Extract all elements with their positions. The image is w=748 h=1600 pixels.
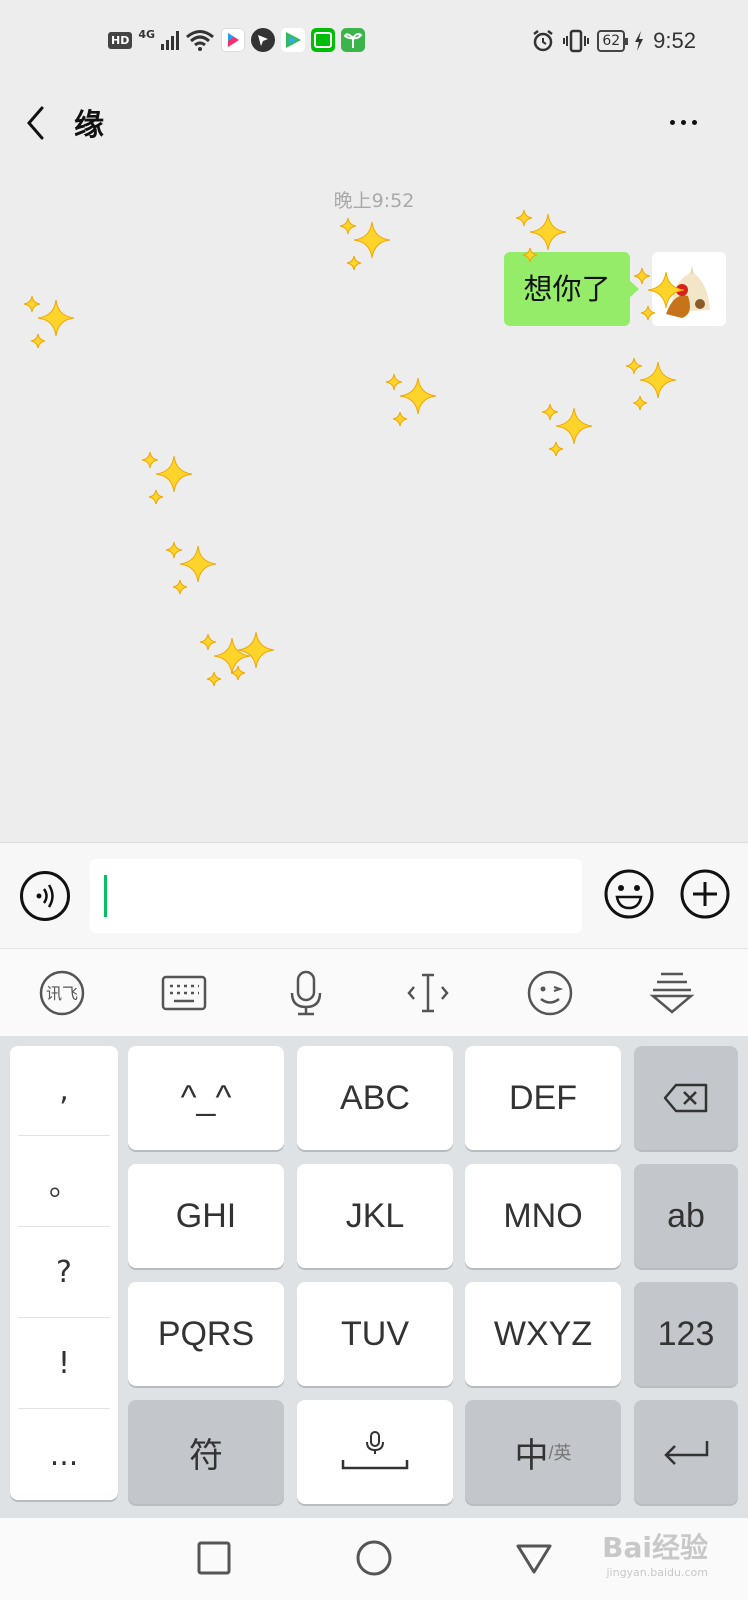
enter-icon bbox=[664, 1441, 709, 1465]
chat-header: 缘 bbox=[0, 86, 748, 158]
more-dot bbox=[691, 119, 697, 125]
space-mic-icon bbox=[341, 1431, 409, 1470]
sparkle-icon bbox=[141, 451, 193, 505]
sparkle-icon bbox=[515, 209, 567, 263]
emoji-keyboard-button[interactable] bbox=[520, 963, 580, 1023]
collapse-icon bbox=[649, 972, 695, 1014]
sparkle-icon bbox=[625, 357, 677, 411]
punct-key[interactable]: ! bbox=[18, 1319, 110, 1409]
text-caret bbox=[104, 875, 107, 917]
chevron-left-icon bbox=[27, 106, 44, 140]
wifi-icon bbox=[186, 30, 214, 51]
sparkle-icon bbox=[339, 217, 391, 271]
back-button[interactable] bbox=[20, 96, 60, 146]
more-dot bbox=[669, 119, 675, 125]
microphone-icon bbox=[290, 970, 322, 1016]
system-nav-bar: Bai经验 jingyan.baidu.com bbox=[0, 1518, 748, 1600]
square-icon bbox=[197, 1541, 231, 1575]
key-wxyz[interactable]: WXYZ bbox=[465, 1282, 621, 1386]
battery-icon: 62 bbox=[597, 30, 628, 52]
punct-key[interactable]: , bbox=[18, 1046, 110, 1136]
qq-browser-icon bbox=[251, 28, 276, 52]
youku-icon bbox=[221, 28, 246, 52]
svg-text:讯飞: 讯飞 bbox=[46, 984, 78, 1003]
lang-main-label: 中 bbox=[514, 1436, 549, 1475]
voice-typing-button[interactable] bbox=[276, 963, 336, 1023]
sparkle-icon bbox=[23, 295, 75, 349]
charging-icon bbox=[635, 31, 644, 51]
watermark: Bai经验 jingyan.baidu.com bbox=[602, 1526, 708, 1579]
keyboard-switch-button[interactable] bbox=[154, 963, 214, 1023]
cursor-move-button[interactable] bbox=[398, 963, 458, 1023]
signal-icon bbox=[161, 30, 180, 50]
voice-icon bbox=[36, 884, 54, 908]
punct-key[interactable]: 。 bbox=[18, 1137, 110, 1227]
space-key[interactable] bbox=[297, 1400, 453, 1504]
enter-key[interactable] bbox=[634, 1400, 738, 1504]
network-type: 4G bbox=[138, 27, 156, 41]
sparkle-icon bbox=[541, 403, 593, 457]
vibrate-icon bbox=[563, 29, 590, 53]
key-def[interactable]: DEF bbox=[465, 1046, 621, 1150]
app-icon bbox=[341, 28, 366, 52]
plus-circle-icon bbox=[680, 869, 730, 919]
more-functions-button[interactable] bbox=[678, 867, 732, 921]
back-nav-button[interactable] bbox=[512, 1536, 556, 1580]
message-timestamp: 晚上9:52 bbox=[333, 190, 415, 212]
message-input[interactable] bbox=[90, 859, 582, 933]
voice-input-button[interactable] bbox=[20, 871, 70, 921]
ime-toolbar: 讯飞 bbox=[0, 948, 748, 1036]
text-cursor-icon bbox=[407, 973, 449, 1013]
hide-keyboard-button[interactable] bbox=[642, 963, 702, 1023]
backspace-icon bbox=[663, 1083, 708, 1113]
circle-icon bbox=[356, 1540, 392, 1576]
watermark-main: Bai经验 bbox=[602, 1531, 708, 1564]
message-input-bar bbox=[0, 842, 748, 948]
iqiyi-icon bbox=[311, 28, 336, 52]
sparkle-icon bbox=[633, 267, 685, 321]
status-right: 62 9:52 bbox=[531, 28, 696, 54]
more-dot bbox=[680, 119, 686, 125]
key-pqrs[interactable]: PQRS bbox=[128, 1282, 284, 1386]
key-mno[interactable]: MNO bbox=[465, 1164, 621, 1268]
t9-keyboard: , 。 ? ! ... ^_^ ABC DEF GHI JKL MNO ab P… bbox=[0, 1036, 748, 1518]
status-bar: HD 4G 62 9:52 bbox=[0, 0, 748, 86]
wink-face-icon bbox=[527, 970, 573, 1016]
triangle-back-icon bbox=[516, 1544, 552, 1574]
punct-key[interactable]: ... bbox=[18, 1410, 110, 1500]
more-options-button[interactable] bbox=[658, 102, 708, 142]
chat-title: 缘 bbox=[74, 108, 104, 143]
sparkle-icon bbox=[230, 631, 275, 681]
smiley-icon bbox=[604, 869, 654, 919]
emoji-button[interactable] bbox=[602, 867, 656, 921]
alarm-icon bbox=[533, 30, 554, 52]
symbol-key[interactable]: 符 bbox=[128, 1400, 284, 1504]
lang-alt-label: /英 bbox=[548, 1443, 572, 1463]
status-left: HD 4G bbox=[108, 27, 366, 52]
punct-key[interactable]: ? bbox=[18, 1228, 110, 1318]
tencent-video-icon bbox=[281, 28, 306, 52]
backspace-key[interactable] bbox=[634, 1046, 738, 1150]
iflytek-logo-icon: 讯飞 bbox=[39, 970, 85, 1016]
keyboard-icon bbox=[161, 975, 207, 1011]
recents-button[interactable] bbox=[192, 1536, 236, 1580]
punctuation-panel[interactable]: , 。 ? ! ... bbox=[10, 1046, 118, 1500]
home-button[interactable] bbox=[352, 1536, 396, 1580]
clock: 9:52 bbox=[653, 28, 696, 53]
key-jkl[interactable]: JKL bbox=[297, 1164, 453, 1268]
sparkle-icon bbox=[165, 541, 217, 595]
ime-logo-button[interactable]: 讯飞 bbox=[32, 963, 92, 1023]
key-123[interactable]: 123 bbox=[634, 1282, 738, 1386]
sparkle-icon bbox=[385, 373, 437, 427]
hd-badge: HD bbox=[108, 31, 133, 49]
key-abc[interactable]: ABC bbox=[297, 1046, 453, 1150]
chat-area[interactable]: 晚上9:52 想你了 bbox=[0, 158, 748, 842]
key-ghi[interactable]: GHI bbox=[128, 1164, 284, 1268]
key-emoticon[interactable]: ^_^ bbox=[128, 1046, 284, 1150]
key-ab[interactable]: ab bbox=[634, 1164, 738, 1268]
key-tuv[interactable]: TUV bbox=[297, 1282, 453, 1386]
language-switch-key[interactable]: 中/英 bbox=[465, 1400, 621, 1504]
watermark-sub: jingyan.baidu.com bbox=[606, 1566, 708, 1579]
